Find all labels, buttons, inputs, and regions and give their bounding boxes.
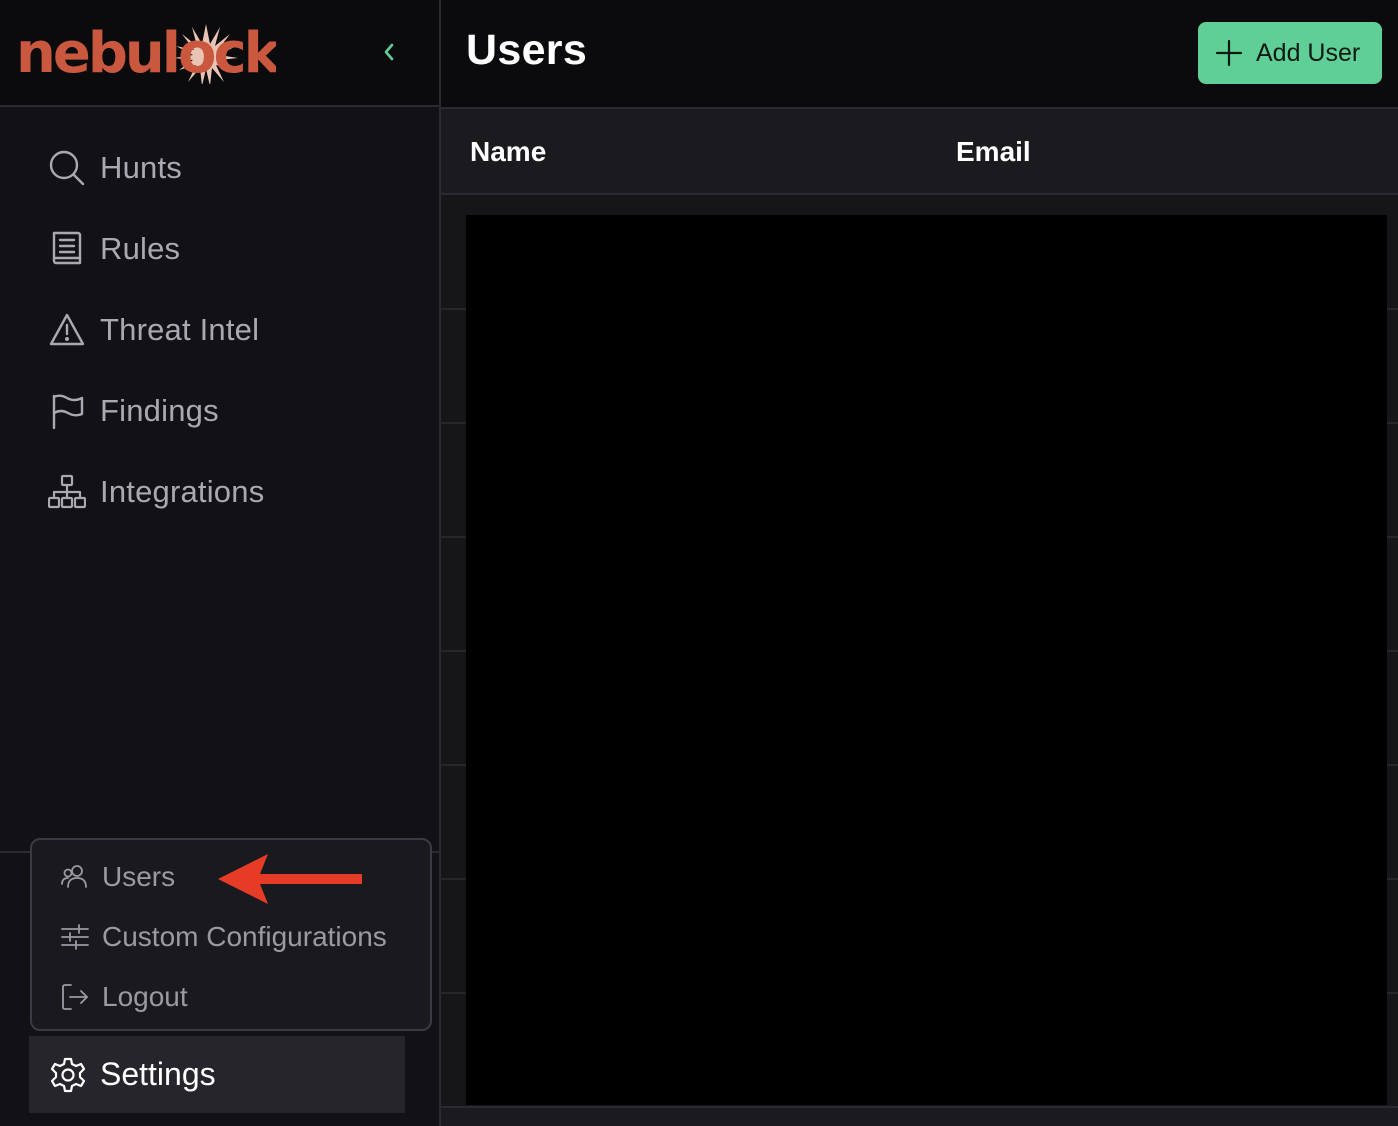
- users-table: Name Email: [441, 109, 1398, 1126]
- main-header: Users Add User: [441, 0, 1398, 109]
- sidebar: nebulock Hunts Rules Threat Intel Findin…: [0, 0, 441, 1126]
- chevron-left-icon: [384, 43, 394, 61]
- settings-button[interactable]: Settings: [29, 1036, 405, 1113]
- menu-item-label: Users: [102, 861, 176, 892]
- menu-item-label: Custom Configurations: [102, 921, 387, 952]
- annotation-arrow: [218, 854, 362, 904]
- column-header-name[interactable]: Name: [470, 136, 546, 168]
- sidebar-item-threat-intel[interactable]: Threat Intel: [0, 289, 439, 370]
- sidebar-item-rules[interactable]: Rules: [0, 208, 439, 289]
- sidebar-item-label: Threat Intel: [100, 311, 260, 347]
- logout-icon: [58, 980, 92, 1014]
- users-icon: [58, 860, 92, 894]
- main-content: Users Add User Name Email: [441, 0, 1398, 1126]
- flag-icon: [48, 392, 86, 430]
- sidebar-header: nebulock: [0, 0, 439, 107]
- nebulock-logo[interactable]: nebulock: [16, 22, 276, 84]
- menu-item-custom-configurations[interactable]: Custom Configurations: [32, 907, 430, 967]
- table-footer: [441, 1106, 1398, 1126]
- table-header: Name Email: [441, 109, 1398, 195]
- redacted-table-rows: [466, 215, 1387, 1105]
- gear-icon: [48, 1055, 88, 1095]
- svg-text:nebulock: nebulock: [16, 22, 276, 84]
- menu-item-logout[interactable]: Logout: [32, 967, 430, 1027]
- collapse-sidebar-button[interactable]: [374, 36, 404, 68]
- book-icon: [48, 230, 86, 268]
- sidebar-item-label: Hunts: [100, 149, 182, 185]
- sidebar-item-label: Integrations: [100, 473, 265, 509]
- sidebar-item-label: Findings: [100, 392, 219, 428]
- sidebar-item-integrations[interactable]: Integrations: [0, 451, 439, 532]
- sidebar-nav: Hunts Rules Threat Intel Findings Integr…: [0, 127, 439, 532]
- plus-icon: [1214, 38, 1244, 68]
- search-icon: [48, 149, 86, 187]
- add-user-button[interactable]: Add User: [1198, 22, 1382, 84]
- page-title: Users: [466, 26, 588, 74]
- add-user-label: Add User: [1256, 38, 1361, 67]
- settings-label: Settings: [100, 1056, 216, 1092]
- warning-icon: [48, 311, 86, 349]
- sliders-icon: [58, 920, 92, 954]
- sidebar-item-label: Rules: [100, 230, 181, 266]
- sidebar-item-findings[interactable]: Findings: [0, 370, 439, 451]
- sidebar-item-hunts[interactable]: Hunts: [0, 127, 439, 208]
- column-header-email[interactable]: Email: [956, 136, 1031, 168]
- hierarchy-icon: [48, 473, 86, 511]
- menu-item-label: Logout: [102, 981, 188, 1012]
